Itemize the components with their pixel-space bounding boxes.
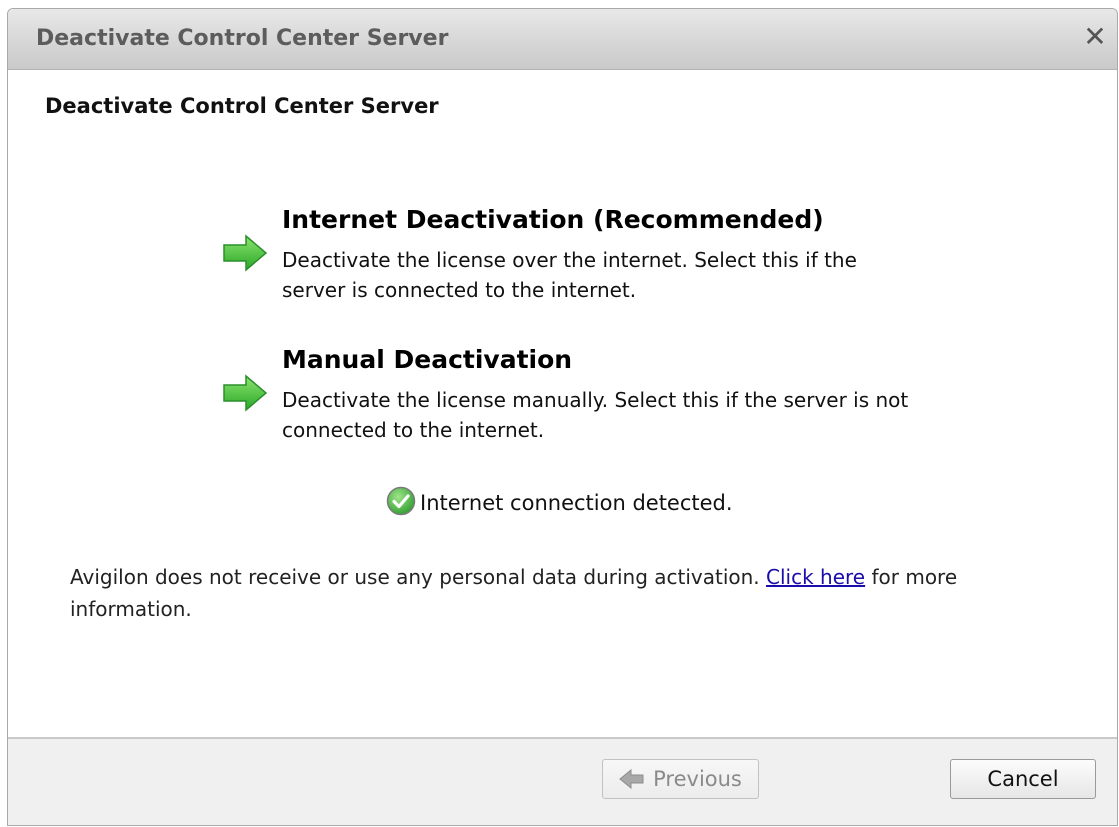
back-arrow-icon [619, 769, 644, 789]
previous-label: Previous [653, 767, 742, 791]
option-title: Manual Deactivation [282, 345, 573, 374]
cancel-button[interactable]: Cancel [950, 759, 1096, 799]
option-description: Deactivate the license manually. Select … [282, 388, 909, 442]
close-icon[interactable]: ✕ [1081, 23, 1109, 51]
option-description: Deactivate the license over the internet… [282, 248, 857, 302]
deactivate-dialog: Deactivate Control Center Server ✕ Deact… [7, 8, 1118, 826]
green-arrow-icon [223, 234, 268, 272]
option-title: Internet Deactivation (Recommended) [282, 205, 824, 234]
connection-status: Internet connection detected. [386, 486, 733, 516]
green-arrow-icon [223, 374, 268, 412]
footer-bar: Previous Cancel [8, 737, 1117, 825]
click-here-link[interactable]: Click here [766, 565, 865, 589]
green-check-icon [386, 486, 416, 516]
privacy-notice: Avigilon does not receive or use any per… [70, 561, 1050, 625]
manual-deactivation-option[interactable]: Manual Deactivation Deactivate the licen… [222, 345, 942, 445]
title-bar[interactable]: Deactivate Control Center Server ✕ [8, 9, 1117, 70]
cancel-label: Cancel [987, 767, 1059, 791]
window-title: Deactivate Control Center Server [36, 26, 449, 51]
page-heading: Deactivate Control Center Server [45, 94, 439, 118]
status-text: Internet connection detected. [420, 491, 733, 515]
previous-button[interactable]: Previous [602, 759, 759, 799]
internet-deactivation-option[interactable]: Internet Deactivation (Recommended) Deac… [222, 205, 942, 305]
privacy-text: Avigilon does not receive or use any per… [70, 565, 767, 589]
